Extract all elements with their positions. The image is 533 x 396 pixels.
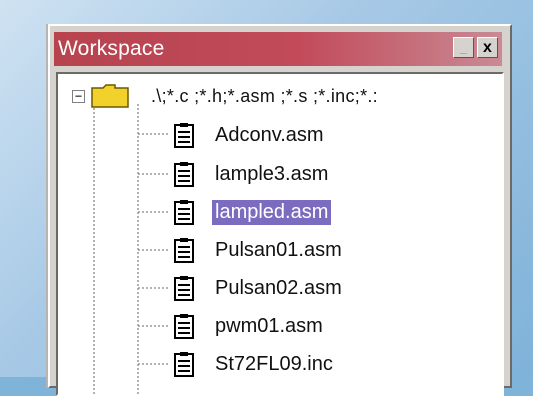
file-icon — [174, 314, 194, 339]
title-bar-buttons: _ x — [453, 37, 498, 58]
file-name: lample3.asm — [215, 162, 329, 185]
workspace-window: Workspace _ x − .\;*.c ;*.h;*.asm ;*.s ;… — [48, 24, 512, 396]
file-icon — [174, 352, 194, 377]
tree-file-item-selected[interactable]: lampled.asm — [174, 197, 332, 227]
tree-file-item[interactable]: lample3.asm — [174, 159, 331, 189]
file-name: lampled.asm — [212, 199, 332, 225]
file-name: Pulsan02.asm — [215, 276, 342, 299]
tree-file-item[interactable]: St72FL09.inc — [174, 349, 336, 379]
file-name: Adconv.asm — [215, 123, 324, 146]
file-icon — [174, 123, 194, 148]
file-name: pwm01.asm — [215, 314, 323, 337]
file-icon — [174, 162, 194, 187]
tree-root-node[interactable]: − .\;*.c ;*.h;*.asm ;*.s ;*.inc;*.: — [72, 82, 378, 110]
file-icon — [174, 200, 194, 225]
close-button[interactable]: x — [477, 37, 498, 58]
file-icon — [174, 238, 194, 263]
file-icon — [174, 276, 194, 301]
folder-icon — [91, 84, 129, 108]
collapse-toggle[interactable]: − — [72, 89, 85, 103]
tree-file-item[interactable]: pwm01.asm — [174, 311, 326, 341]
tree-file-item[interactable]: Pulsan01.asm — [174, 235, 345, 265]
minimize-icon: _ — [459, 40, 468, 55]
file-name: Pulsan01.asm — [215, 238, 342, 261]
window-title: Workspace — [58, 37, 165, 60]
tree-file-item[interactable]: Pulsan02.asm — [174, 273, 345, 303]
tree-file-item[interactable]: Adconv.asm — [174, 120, 327, 150]
close-icon: x — [483, 38, 492, 56]
root-filter-label: .\;*.c ;*.h;*.asm ;*.s ;*.inc;*.: — [151, 85, 378, 106]
minimize-button[interactable]: _ — [453, 37, 474, 58]
file-name: St72FL09.inc — [215, 352, 333, 375]
title-bar[interactable]: Workspace _ x — [54, 32, 502, 66]
workspace-tree[interactable]: − .\;*.c ;*.h;*.asm ;*.s ;*.inc;*.: Adco… — [56, 72, 504, 396]
minus-icon: − — [74, 89, 83, 103]
